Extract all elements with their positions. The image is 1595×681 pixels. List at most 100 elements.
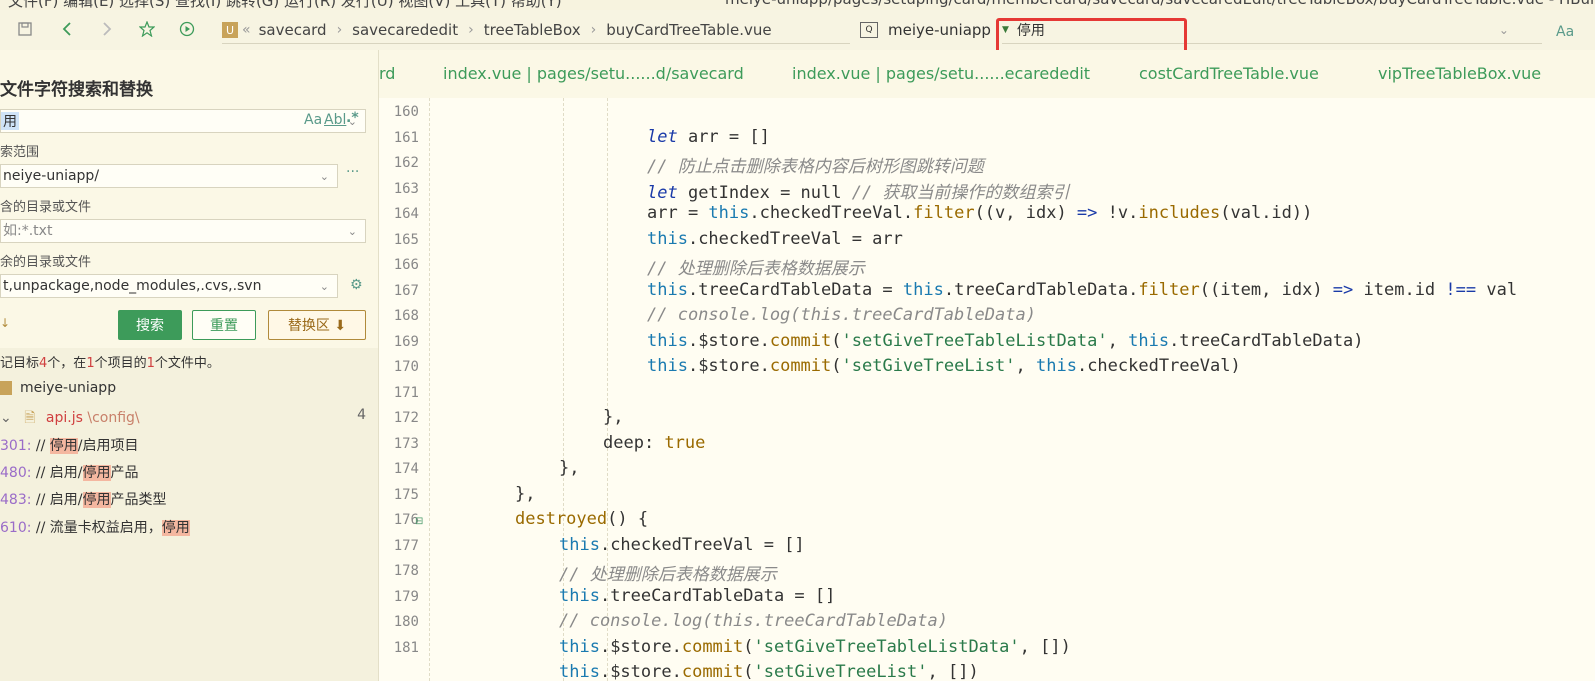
line-number: 165 xyxy=(393,231,419,248)
code-line: // console.log(this.treeCardTableData) xyxy=(647,305,1036,325)
breadcrumb-item[interactable]: savecard xyxy=(259,21,327,39)
match-case-toggle[interactable]: Aa xyxy=(1556,24,1574,40)
line-number: 176 xyxy=(393,512,419,528)
tab[interactable]: costCardTreeTable.vue xyxy=(1139,64,1319,83)
tab[interactable]: index.vue | pages/setu......ecarededit xyxy=(792,64,1090,83)
exclude-label: 余的目录或文件 xyxy=(0,255,92,270)
top-search-box: ▼ ⌄ xyxy=(1002,17,1542,44)
line-number: 178 xyxy=(393,563,419,579)
code-line: let arr = [] xyxy=(647,127,770,147)
search-button[interactable]: 搜索 xyxy=(118,310,182,340)
code-line: deep: true xyxy=(603,433,706,453)
result-item[interactable]: 483: // 启用/停用产品类型 xyxy=(0,489,167,509)
code-line: this.$store.commit('setGiveTreeList', []… xyxy=(559,662,979,681)
code-line: }, xyxy=(559,458,580,478)
line-number: 180 xyxy=(393,614,419,630)
project-icon xyxy=(0,381,12,395)
menu-items[interactable]: 文件(F) 编辑(E) 选择(S) 查找(I) 跳转(G) 运行(R) 发行(U… xyxy=(8,0,562,10)
line-number: 175 xyxy=(393,486,419,503)
window-title: meiye-uniapp/pages/setuping/card/memberc… xyxy=(725,0,1595,8)
result-project[interactable]: meiye-uniapp xyxy=(0,380,116,396)
dropdown-arrow-icon[interactable]: ▼ xyxy=(1002,25,1009,35)
project-icon: U xyxy=(222,22,238,38)
chevron-down-icon[interactable]: ⌄ xyxy=(348,225,357,238)
result-item[interactable]: 480: // 启用/停用产品 xyxy=(0,462,139,482)
line-number: 161 xyxy=(393,129,419,146)
save-icon[interactable] xyxy=(14,18,36,40)
exclude-field: ⌄ xyxy=(0,274,338,298)
code-line: // 处理删除后表格数据展示 xyxy=(559,565,777,585)
code-line: this.$store.commit('setGiveTreeTableList… xyxy=(647,331,1364,351)
result-file[interactable]: ⌄ 🗎 api.js \config\ 4 xyxy=(0,407,366,431)
scope-label: 索范围 xyxy=(0,145,40,160)
line-number: 169 xyxy=(393,333,419,350)
tab[interactable]: rd xyxy=(379,64,395,83)
code-line: }, xyxy=(515,484,536,504)
code-line: this.$store.commit('setGiveTreeTableList… xyxy=(559,637,1071,657)
include-field: ⌄ xyxy=(0,219,366,243)
gear-icon[interactable]: ⚙ xyxy=(350,277,363,293)
breadcrumb-item[interactable]: buyCardTreeTable.vue xyxy=(606,21,771,39)
arrow-icon: ↓ xyxy=(0,316,11,330)
line-number: 173 xyxy=(393,435,419,452)
result-item[interactable]: 610: // 流量卡权益启用，停用 xyxy=(0,517,190,537)
chevron-down-icon[interactable]: ⌄ xyxy=(320,280,329,293)
chevron-right-icon: › xyxy=(468,22,474,38)
search-replace-panel: 文件字符搜索和替换 ⌄ Aa Abl .* 索范围 ⌄ ··· 含的目录或文件 … xyxy=(0,50,379,681)
whole-word-toggle[interactable]: Abl xyxy=(324,112,346,128)
toolbar: U « savecard › savecarededit › treeTable… xyxy=(0,10,1595,51)
line-number: 181 xyxy=(393,639,419,656)
tab[interactable]: vipTreeTableBox.vue xyxy=(1378,64,1541,83)
code-line: }, xyxy=(603,407,624,427)
line-number: 160 xyxy=(393,104,419,120)
reset-button[interactable]: 重置 xyxy=(192,310,256,340)
code-line: this.treeCardTableData = this.treeCardTa… xyxy=(647,280,1518,300)
chevron-right-icon: › xyxy=(336,22,343,38)
chevron-down-icon[interactable]: ⌄ xyxy=(0,410,12,426)
code-line: // 处理删除后表格数据展示 xyxy=(647,259,865,279)
code-line: this.treeCardTableData = [] xyxy=(559,586,836,606)
code-line: arr = this.checkedTreeVal.filter((v, idx… xyxy=(647,203,1313,223)
run-icon[interactable] xyxy=(176,18,198,40)
exclude-input[interactable] xyxy=(1,277,320,295)
line-number: 163 xyxy=(393,180,419,197)
star-icon[interactable] xyxy=(136,18,158,40)
result-item[interactable]: 301: // 停用/启用项目 xyxy=(0,435,139,455)
top-search-input[interactable] xyxy=(1014,21,1499,39)
forward-icon[interactable] xyxy=(96,18,118,40)
double-chevron-left-icon[interactable]: « xyxy=(242,22,251,38)
breadcrumb-item[interactable]: treeTableBox xyxy=(484,21,581,39)
code-editor[interactable]: 160 161 162 163 164 165 166 167 168 169 170 171 172 1… xyxy=(379,98,1595,681)
search-results xyxy=(0,348,378,681)
search-input[interactable] xyxy=(1,112,19,130)
tab[interactable]: index.vue | pages/setu......d/savecard xyxy=(443,64,744,83)
indent-guide xyxy=(429,98,431,681)
replace-toggle-button[interactable]: 替换区 ⬇ xyxy=(268,310,366,340)
line-number: 172 xyxy=(393,410,419,426)
regex-toggle[interactable]: .* xyxy=(346,110,359,126)
line-number: 164 xyxy=(393,206,419,222)
line-number: 177 xyxy=(393,537,419,554)
code-line: this.checkedTreeVal = arr xyxy=(647,229,903,249)
project-selector[interactable]: Q meiye-uniapp xyxy=(860,17,991,43)
code-line: let getIndex = null // 获取当前操作的数组索引 xyxy=(647,183,1070,203)
scope-input[interactable] xyxy=(1,167,320,185)
back-icon[interactable] xyxy=(56,18,78,40)
match-case-toggle[interactable]: Aa xyxy=(304,112,322,128)
code-line: // console.log(this.treeCardTableData) xyxy=(559,611,948,631)
line-number: 162 xyxy=(393,155,419,171)
more-options-icon[interactable]: ··· xyxy=(346,164,359,180)
chevron-right-icon: › xyxy=(590,22,597,38)
line-number: 174 xyxy=(393,461,419,477)
editor-tabs: rd index.vue | pages/setu......d/savecar… xyxy=(379,50,1595,99)
chevron-down-icon[interactable]: ⌄ xyxy=(320,170,329,183)
result-summary: 记目标4个，在1个项目的1个文件中。 xyxy=(0,356,220,371)
line-number: 170 xyxy=(393,359,419,375)
file-icon: 🗎 xyxy=(24,410,36,426)
line-number: 166 xyxy=(393,257,419,273)
menu-bar: 文件(F) 编辑(E) 选择(S) 查找(I) 跳转(G) 运行(R) 发行(U… xyxy=(0,0,1595,10)
include-input[interactable] xyxy=(1,222,348,240)
fold-icon[interactable]: ⊟ xyxy=(415,516,423,527)
breadcrumb-item[interactable]: savecarededit xyxy=(352,21,458,39)
chevron-down-icon[interactable]: ⌄ xyxy=(1499,23,1509,37)
